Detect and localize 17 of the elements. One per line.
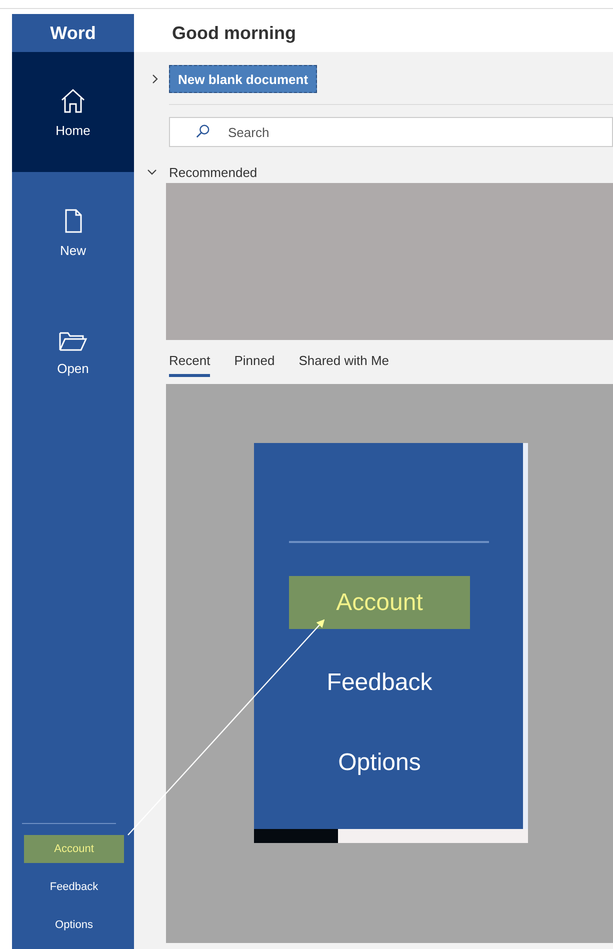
tab[interactable]: Shared with Me [298,347,390,377]
search-icon [195,124,210,139]
new-blank-document-button[interactable]: New blank document [169,65,318,93]
tab[interactable]: Recent [169,347,210,377]
nav-item[interactable]: Home [12,52,134,172]
greeting-title: Good morning [172,22,296,44]
home-icon [59,86,87,114]
search-field[interactable]: Search [169,117,613,147]
app-title: Word [49,22,97,44]
chevron-down-icon[interactable] [147,168,157,176]
nav-item[interactable]: New [12,172,134,292]
section-label: Recommended [169,164,258,180]
nav-item[interactable]: Open [12,292,134,412]
chevron-right-icon[interactable] [151,74,159,84]
sidebar-link[interactable]: Options [24,911,124,939]
sidebar-link[interactable]: Feedback [24,873,124,901]
tab[interactable]: Pinned [234,347,275,377]
